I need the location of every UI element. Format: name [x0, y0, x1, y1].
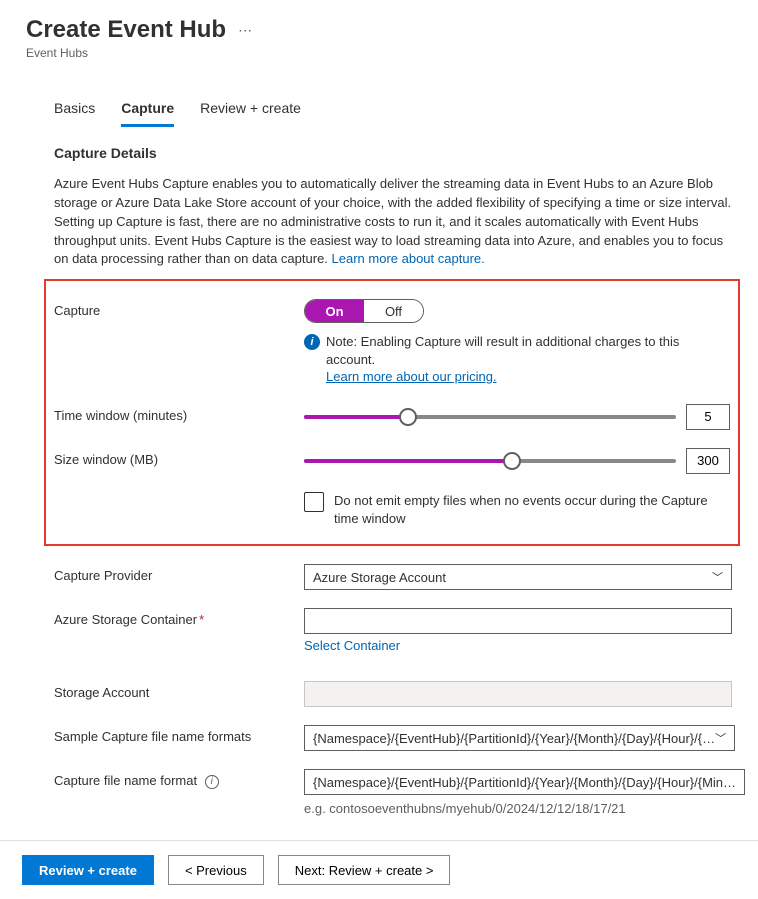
chevron-down-icon: ﹀: [712, 569, 723, 585]
review-create-button[interactable]: Review + create: [22, 855, 154, 885]
time-window-thumb[interactable]: [399, 408, 417, 426]
skip-empty-checkbox[interactable]: [304, 492, 324, 512]
size-window-slider[interactable]: [304, 451, 676, 471]
footer-action-bar: Review + create < Previous Next: Review …: [0, 840, 758, 899]
page-title: Create Event Hub: [26, 16, 226, 44]
capture-provider-label: Capture Provider: [54, 564, 304, 583]
file-format-example: e.g. contosoeventhubns/myehub/0/2024/12/…: [304, 801, 745, 816]
storage-container-label: Azure Storage Container*: [54, 608, 304, 627]
required-mark: *: [199, 612, 204, 627]
chevron-down-icon: ﹀: [715, 730, 726, 746]
size-window-label: Size window (MB): [54, 448, 304, 467]
capture-provider-value: Azure Storage Account: [313, 570, 446, 585]
size-window-input[interactable]: [686, 448, 730, 474]
tab-review-create[interactable]: Review + create: [200, 100, 301, 127]
pricing-link[interactable]: Learn more about our pricing.: [326, 369, 497, 384]
capture-note: Note: Enabling Capture will result in ad…: [326, 333, 730, 386]
file-format-label: Capture file name format i: [54, 769, 304, 789]
previous-button[interactable]: < Previous: [168, 855, 264, 885]
file-format-value: {Namespace}/{EventHub}/{PartitionId}/{Ye…: [313, 775, 736, 790]
tab-basics[interactable]: Basics: [54, 100, 95, 127]
info-icon: i: [304, 334, 320, 350]
sample-format-label: Sample Capture file name formats: [54, 725, 304, 744]
select-container-link[interactable]: Select Container: [304, 638, 400, 653]
tab-bar: Basics Capture Review + create: [26, 100, 732, 127]
storage-account-readonly: [304, 681, 732, 707]
storage-account-label: Storage Account: [54, 681, 304, 700]
capture-toggle-on[interactable]: On: [305, 300, 364, 322]
tab-capture[interactable]: Capture: [121, 100, 174, 127]
sample-format-select[interactable]: {Namespace}/{EventHub}/{PartitionId}/{Ye…: [304, 725, 735, 751]
storage-container-label-text: Azure Storage Container: [54, 612, 197, 627]
capture-toggle-off[interactable]: Off: [364, 300, 423, 322]
capture-note-text: Note: Enabling Capture will result in ad…: [326, 334, 679, 367]
breadcrumb: Event Hubs: [26, 46, 732, 60]
skip-empty-label: Do not emit empty files when no events o…: [334, 492, 730, 528]
capture-provider-select[interactable]: Azure Storage Account ﹀: [304, 564, 732, 590]
more-icon[interactable]: ⋯: [238, 22, 253, 39]
capture-toggle[interactable]: On Off: [304, 299, 424, 323]
time-window-slider[interactable]: [304, 407, 676, 427]
info-tooltip-icon[interactable]: i: [205, 775, 219, 789]
learn-more-capture-link[interactable]: Learn more about capture.: [332, 251, 485, 266]
file-format-input[interactable]: {Namespace}/{EventHub}/{PartitionId}/{Ye…: [304, 769, 745, 795]
capture-settings-highlight: Capture On Off i Note: Enabling Capture …: [44, 279, 740, 546]
section-description: Azure Event Hubs Capture enables you to …: [54, 175, 732, 269]
sample-format-value: {Namespace}/{EventHub}/{PartitionId}/{Ye…: [313, 731, 715, 746]
next-button[interactable]: Next: Review + create >: [278, 855, 451, 885]
time-window-label: Time window (minutes): [54, 404, 304, 423]
size-window-thumb[interactable]: [503, 452, 521, 470]
section-title: Capture Details: [54, 145, 732, 161]
storage-container-input[interactable]: [304, 608, 732, 634]
time-window-input[interactable]: [686, 404, 730, 430]
file-format-label-text: Capture file name format: [54, 773, 197, 788]
capture-label: Capture: [54, 299, 304, 318]
